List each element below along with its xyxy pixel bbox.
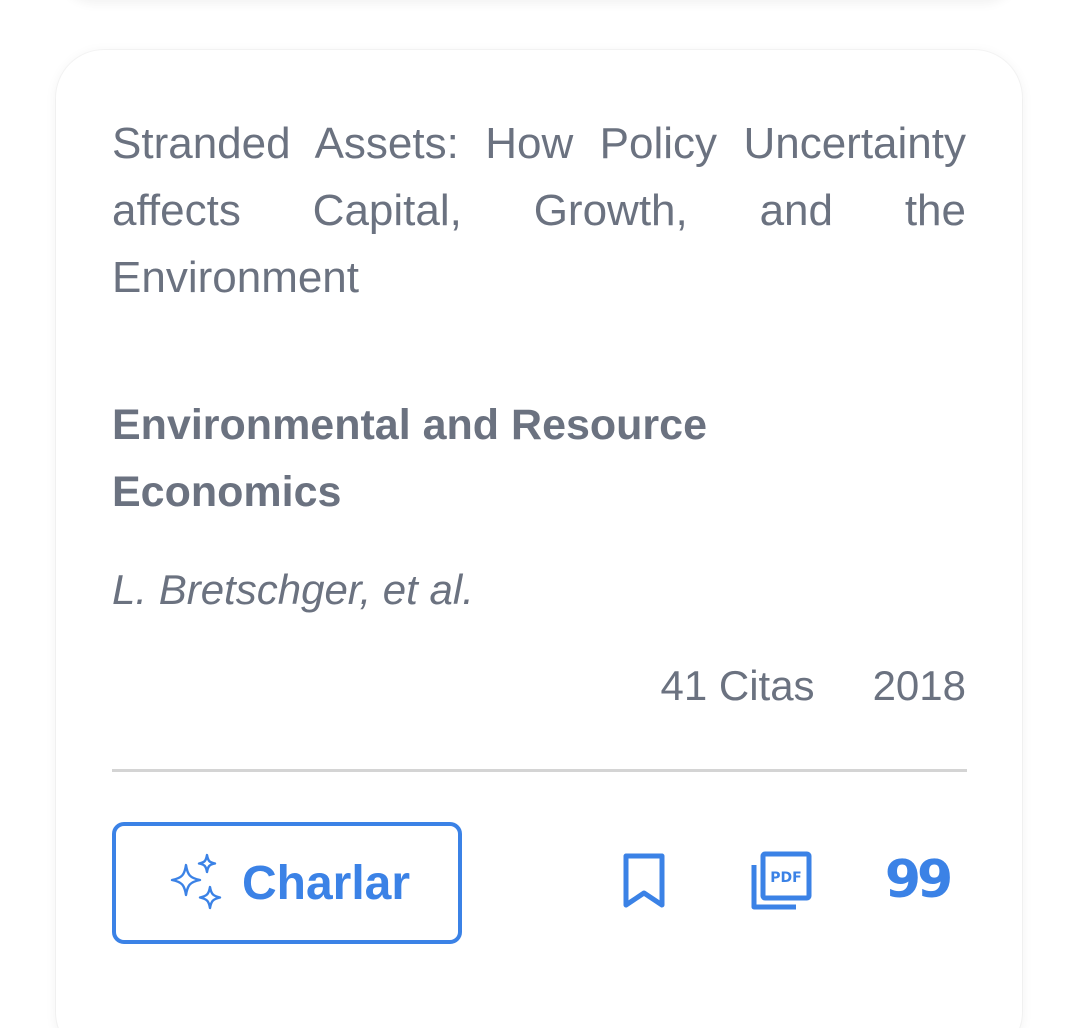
card-divider <box>112 769 967 772</box>
sparkles-icon <box>170 853 222 910</box>
chat-button-label: Charlar <box>241 856 411 910</box>
quote-icon: 99 <box>884 850 953 910</box>
bookmark-icon <box>623 853 665 908</box>
chat-button[interactable]: Charlar <box>112 822 462 944</box>
paper-journal: Environmental and Resource Economics <box>112 401 707 516</box>
paper-card[interactable]: Stranded Assets: How Policy Uncertainty … <box>56 50 1022 1028</box>
citation-count: 41 Citas <box>660 662 815 709</box>
paper-title[interactable]: Stranded Assets: How Policy Uncertainty … <box>112 110 966 311</box>
publication-year: 2018 <box>872 662 966 709</box>
results-page: Stranded Assets: How Policy Uncertainty … <box>0 0 1080 1028</box>
paper-meta: 41 Citas 2018 <box>660 658 966 714</box>
svg-text:PDF: PDF <box>770 870 801 886</box>
pdf-button[interactable]: PDF <box>746 846 816 916</box>
bookmark-button[interactable] <box>612 846 676 916</box>
pdf-icon: PDF <box>751 851 812 910</box>
paper-authors: L. Bretschger, et al. <box>112 566 474 613</box>
cite-button[interactable]: 99 <box>884 848 953 912</box>
